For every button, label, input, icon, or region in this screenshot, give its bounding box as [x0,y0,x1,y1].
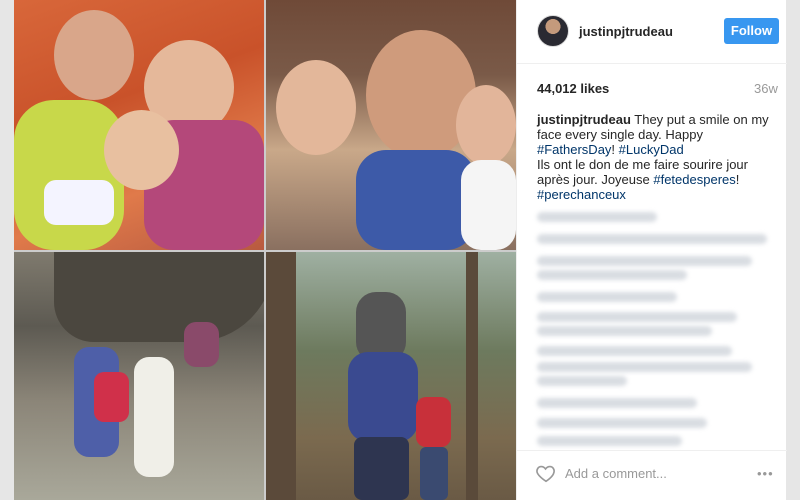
hashtag-perechanceux[interactable]: #perechanceux [537,187,626,202]
blurred-comment-line [537,376,627,386]
blurred-comment-line [537,312,737,322]
blurred-comment-line [537,270,687,280]
comment-input[interactable]: Add a comment... [565,466,667,481]
photo-tile-top-right [266,0,516,250]
post-side-panel: justinpjtrudeau Follow 44,012 likes 36w … [516,0,787,500]
blurred-comment-line [537,436,682,446]
avatar[interactable] [537,15,569,47]
post-caption: justinpjtrudeau They put a smile on my f… [537,112,769,202]
photo-tile-top-left [14,0,264,250]
photo-tile-bottom-right [266,252,516,500]
post-age[interactable]: 36w [754,81,778,96]
blurred-comment-line [537,346,732,356]
hashtag-luckydad[interactable]: #LuckyDad [619,142,684,157]
photo-tile-bottom-left [14,252,264,500]
hashtag-fetedesperes[interactable]: #fetedesperes [653,172,735,187]
blurred-comment-line [537,398,697,408]
blurred-comment-line [537,292,677,302]
likes-count[interactable]: 44,012 likes [537,81,609,96]
blurred-comment-line [537,326,712,336]
blurred-comment-line [537,362,752,372]
follow-button[interactable]: Follow [724,18,779,44]
heart-icon[interactable] [535,462,557,484]
more-options-icon[interactable]: ••• [757,466,774,481]
caption-text-3: ! [735,172,740,187]
post-photo-collage[interactable] [14,0,516,500]
username-link[interactable]: justinpjtrudeau [579,24,673,39]
caption-separator: ! [611,142,619,157]
blurred-comment-line [537,256,752,266]
instagram-post-frame: justinpjtrudeau Follow 44,012 likes 36w … [0,0,800,500]
post-header: justinpjtrudeau Follow [517,0,787,64]
caption-username[interactable]: justinpjtrudeau [537,112,631,127]
blurred-comment-line [537,418,707,428]
hashtag-fathersday[interactable]: #FathersDay [537,142,611,157]
blurred-comment-line [537,212,657,222]
blurred-comment-line [537,234,767,244]
